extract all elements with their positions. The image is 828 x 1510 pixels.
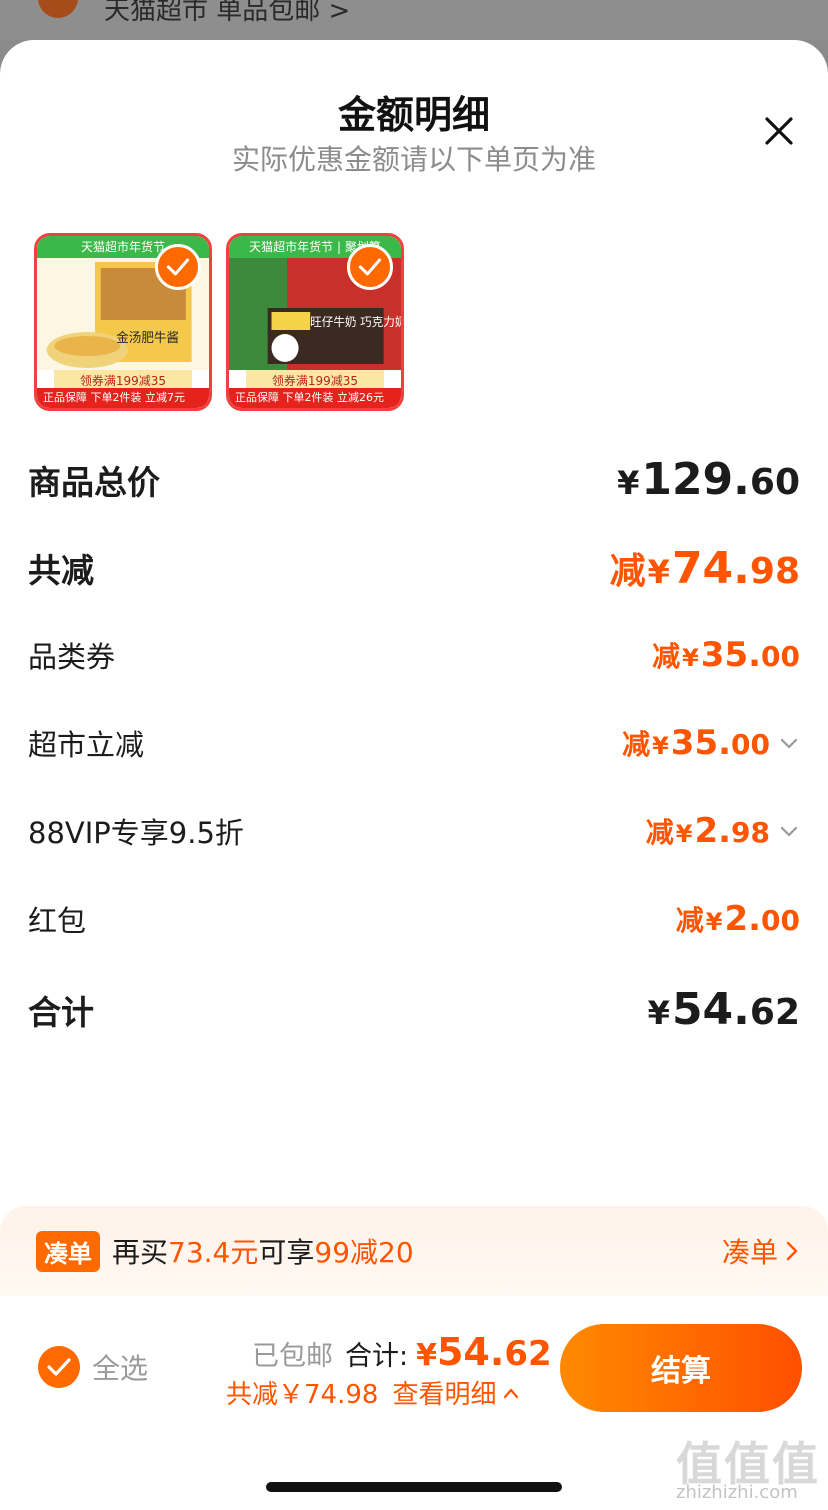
minus-prefix: 减 bbox=[622, 728, 651, 761]
amount-detail-sheet: 金额明细 实际优惠金额请以下单页为准 天猫超市年货节 金汤肥牛酱 领券满199减… bbox=[0, 40, 828, 1510]
amount-decimal: 00 bbox=[731, 728, 770, 761]
add-on-message: 再买73.4元可享99减20 bbox=[112, 1231, 414, 1271]
home-indicator[interactable] bbox=[266, 1482, 562, 1492]
product-promo: 正品保障 下单2件装 立减26元 bbox=[229, 388, 401, 408]
category-coupon-row: 品类券 减 ¥ 35. 00 bbox=[28, 634, 800, 676]
sheet-subtitle: 实际优惠金额请以下单页为准 bbox=[231, 143, 596, 176]
amount-integer: 35. bbox=[700, 635, 762, 675]
amount-decimal: 00 bbox=[761, 904, 800, 937]
product-promo: 正品保障 下单2件装 立减7元 bbox=[37, 388, 209, 408]
sheet-title: 金额明细 bbox=[337, 93, 490, 137]
store-discount-value: 减 ¥ 35. 00 bbox=[622, 723, 800, 763]
add-on-link[interactable]: 凑单 bbox=[722, 1231, 800, 1271]
total-value: ¥ 54. 62 bbox=[646, 984, 800, 1035]
red-packet-label: 红包 bbox=[28, 904, 87, 938]
footer-total-label: 合计: bbox=[345, 1341, 409, 1372]
savings-detail-toggle[interactable]: 共减￥74.98 查看明细 bbox=[226, 1374, 520, 1411]
currency-symbol: ¥ bbox=[416, 1338, 437, 1373]
discount-total-label: 共减 bbox=[28, 551, 94, 590]
store-icon bbox=[38, 0, 78, 18]
currency-symbol: ¥ bbox=[705, 908, 723, 936]
store-discount-row[interactable]: 超市立减 减 ¥ 35. 00 bbox=[28, 722, 800, 764]
amount-integer: 2. bbox=[694, 811, 732, 851]
close-icon[interactable] bbox=[754, 106, 804, 156]
discount-total-value: 减 ¥ 74. 98 bbox=[610, 542, 800, 594]
vip-discount-value: 减 ¥ 2. 98 bbox=[646, 811, 800, 851]
footer-total-decimal: 62 bbox=[504, 1334, 552, 1374]
select-all-label: 全选 bbox=[92, 1352, 149, 1385]
currency-symbol: ¥ bbox=[647, 994, 670, 1032]
product-thumbnail[interactable]: 天猫超市年货节 金汤肥牛酱 领券满199减35 正品保障 下单2件装 立减7元 bbox=[34, 233, 212, 411]
red-packet-row: 红包 减 ¥ 2. 00 bbox=[28, 898, 800, 940]
minus-prefix: 减 bbox=[609, 551, 646, 592]
currency-symbol: ¥ bbox=[675, 820, 693, 848]
discount-total-row: 共减 减 ¥ 74. 98 bbox=[28, 542, 800, 594]
add-on-text-mid: 可享 bbox=[258, 1236, 315, 1269]
product-name: 旺仔牛奶 巧克力奶 bbox=[310, 315, 401, 329]
add-on-link-label: 凑单 bbox=[721, 1236, 778, 1269]
amount-decimal: 60 bbox=[749, 462, 800, 503]
watermark-site: zhizhizhi.com bbox=[676, 1482, 798, 1503]
amount-decimal: 98 bbox=[749, 551, 800, 592]
checkout-button[interactable]: 结算 bbox=[560, 1324, 802, 1412]
subtotal-value: ¥ 129. 60 bbox=[615, 454, 800, 505]
add-on-offer: 99减20 bbox=[314, 1236, 414, 1269]
savings-text: 共减￥74.98 bbox=[226, 1380, 379, 1410]
minus-prefix: 减 bbox=[645, 816, 674, 849]
amount-decimal: 00 bbox=[761, 640, 800, 673]
chevron-up-icon bbox=[504, 1388, 519, 1398]
store-header-text: 天猫超市 单品包邮 > bbox=[104, 0, 351, 26]
amount-decimal: 98 bbox=[731, 816, 770, 849]
red-packet-value: 减 ¥ 2. 00 bbox=[676, 899, 800, 939]
category-coupon-label: 品类券 bbox=[28, 640, 116, 674]
selected-check-icon bbox=[155, 244, 201, 290]
background-store-header: 天猫超市 单品包邮 > bbox=[0, 0, 828, 40]
currency-symbol: ¥ bbox=[652, 732, 669, 760]
footer-total-integer: 54. bbox=[436, 1330, 505, 1374]
total-label: 合计 bbox=[28, 992, 94, 1032]
product-thumbnails: 天猫超市年货节 金汤肥牛酱 领券满199减35 正品保障 下单2件装 立减7元 … bbox=[34, 233, 404, 411]
subtotal-label: 商品总价 bbox=[28, 462, 160, 502]
check-circle-icon[interactable] bbox=[38, 1346, 80, 1388]
amount-decimal: 62 bbox=[749, 992, 800, 1033]
minus-prefix: 减 bbox=[652, 640, 681, 673]
view-detail-label: 查看明细 bbox=[392, 1380, 497, 1410]
amount-integer: 129. bbox=[641, 454, 750, 505]
amount-integer: 2. bbox=[724, 899, 762, 939]
product-thumbnail[interactable]: 天猫超市年货节 | 聚划算 旺仔牛奶 巧克力奶 领券满199减35 正品保障 下… bbox=[226, 233, 404, 411]
selected-check-icon bbox=[347, 244, 393, 290]
add-on-tag: 凑单 bbox=[36, 1230, 100, 1272]
free-shipping-label: 已包邮 bbox=[252, 1341, 333, 1372]
store-discount-label: 超市立减 bbox=[28, 728, 145, 762]
add-on-amount: 73.4元 bbox=[168, 1236, 259, 1269]
product-name: 金汤肥牛酱 bbox=[116, 330, 179, 346]
category-coupon-value: 减 ¥ 35. 00 bbox=[652, 635, 800, 675]
select-all-toggle[interactable]: 全选 bbox=[38, 1346, 148, 1388]
add-on-bar: 凑单 再买73.4元可享99减20 凑单 bbox=[0, 1206, 828, 1296]
subtotal-row: 商品总价 ¥ 129. 60 bbox=[28, 454, 800, 505]
chevron-down-icon[interactable] bbox=[778, 732, 800, 754]
vip-discount-row[interactable]: 88VIP专享9.5折 减 ¥ 2. 98 bbox=[28, 810, 800, 852]
amount-integer: 74. bbox=[671, 543, 750, 594]
total-row: 合计 ¥ 54. 62 bbox=[28, 984, 800, 1035]
amount-integer: 54. bbox=[671, 984, 750, 1035]
vip-discount-label: 88VIP专享9.5折 bbox=[28, 816, 244, 850]
amount-integer: 35. bbox=[670, 723, 732, 763]
footer-total: 已包邮 合计: ¥ 54. 62 bbox=[252, 1330, 552, 1374]
chevron-right-icon bbox=[786, 1241, 798, 1261]
minus-prefix: 减 bbox=[675, 904, 704, 937]
add-on-text-pre: 再买 bbox=[112, 1236, 169, 1269]
currency-symbol: ¥ bbox=[617, 464, 640, 502]
currency-symbol: ¥ bbox=[682, 644, 699, 672]
currency-symbol: ¥ bbox=[647, 553, 670, 591]
chevron-down-icon[interactable] bbox=[778, 820, 800, 842]
